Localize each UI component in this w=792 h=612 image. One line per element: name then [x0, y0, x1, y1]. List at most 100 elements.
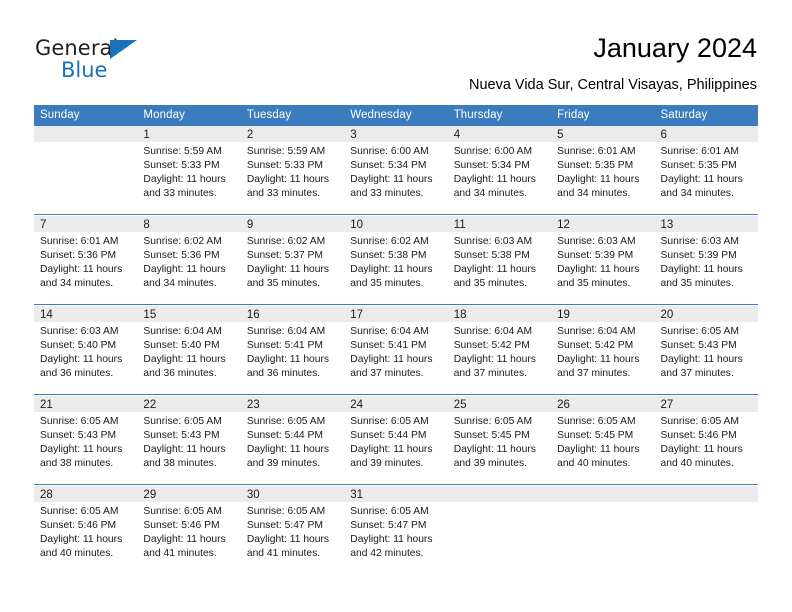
page-title: January 2024: [593, 33, 757, 63]
day-sun-info: Sunrise: 6:05 AM Sunset: 5:44 PM Daylight:…: [344, 412, 447, 471]
sunrise-text: Sunrise: 6:05 AM: [40, 506, 119, 517]
calendar-week-row: 28 Sunrise: 6:05 AM Sunset: 5:46 PM Dayligh…: [34, 486, 758, 574]
calendar-day-cell[interactable]: 19 Sunrise: 6:04 AM Sunset: 5:42 PM Dayligh…: [551, 306, 655, 395]
daylight-text-line2: and 35 minutes.: [350, 278, 424, 289]
calendar-day-cell[interactable]: 28 Sunrise: 6:05 AM Sunset: 5:46 PM Dayligh…: [34, 486, 138, 574]
sunset-text: Sunset: 5:46 PM: [40, 520, 117, 531]
sunset-text: Sunset: 5:39 PM: [660, 250, 737, 261]
day-cell-body: 31 Sunrise: 6:05 AM Sunset: 5:47 PM Dayligh…: [344, 486, 448, 574]
daylight-text-line2: and 34 minutes.: [40, 278, 114, 289]
day-sun-info: Sunrise: 6:01 AM Sunset: 5:35 PM Daylight:…: [551, 142, 654, 201]
calendar-day-cell[interactable]: 29 Sunrise: 6:05 AM Sunset: 5:46 PM Dayligh…: [137, 486, 241, 574]
sunset-text: Sunset: 5:46 PM: [143, 520, 220, 531]
calendar-day-cell[interactable]: [34, 126, 138, 215]
day-cell-body: 20 Sunrise: 6:05 AM Sunset: 5:43 PM Dayligh…: [654, 306, 758, 394]
day-sun-info: Sunrise: 6:05 AM Sunset: 5:43 PM Daylight:…: [137, 412, 240, 471]
calendar-day-cell[interactable]: 24 Sunrise: 6:05 AM Sunset: 5:44 PM Dayligh…: [344, 396, 448, 485]
daylight-text-line2: and 36 minutes.: [40, 368, 114, 379]
day-sun-info: Sunrise: 6:03 AM Sunset: 5:38 PM Daylight:…: [448, 232, 551, 291]
daylight-text-line1: Daylight: 11 hours: [660, 354, 743, 365]
calendar-day-cell[interactable]: 13 Sunrise: 6:03 AM Sunset: 5:39 PM Dayligh…: [654, 216, 758, 305]
day-cell-body: 27 Sunrise: 6:05 AM Sunset: 5:46 PM Dayligh…: [654, 396, 758, 484]
day-number: 14: [34, 306, 138, 322]
calendar-day-cell[interactable]: 16 Sunrise: 6:04 AM Sunset: 5:41 PM Dayligh…: [240, 306, 345, 395]
sunset-text: Sunset: 5:46 PM: [660, 430, 737, 441]
weekday-header-sunday: Sunday: [34, 105, 138, 126]
calendar-day-cell[interactable]: 17 Sunrise: 6:04 AM Sunset: 5:41 PM Dayligh…: [344, 306, 448, 395]
day-cell-body: [34, 126, 138, 214]
calendar-day-cell[interactable]: 4 Sunrise: 6:00 AM Sunset: 5:34 PM Daylight…: [447, 126, 552, 215]
daylight-text-line1: Daylight: 11 hours: [246, 444, 330, 455]
sunrise-text: Sunrise: 6:04 AM: [557, 326, 636, 337]
calendar-day-cell[interactable]: 5 Sunrise: 6:01 AM Sunset: 5:35 PM Daylight…: [551, 126, 655, 215]
calendar-day-cell[interactable]: 9 Sunrise: 6:02 AM Sunset: 5:37 PM Daylight…: [240, 216, 345, 305]
daylight-text-line1: Daylight: 11 hours: [453, 264, 536, 275]
calendar-day-cell[interactable]: 7 Sunrise: 6:01 AM Sunset: 5:36 PM Daylight…: [34, 216, 138, 305]
calendar-day-cell[interactable]: 20 Sunrise: 6:05 AM Sunset: 5:43 PM Dayligh…: [654, 306, 758, 395]
daylight-text-line2: and 37 minutes.: [350, 368, 424, 379]
calendar-day-cell[interactable]: [654, 486, 758, 574]
sunset-text: Sunset: 5:42 PM: [453, 340, 530, 351]
sunset-text: Sunset: 5:40 PM: [143, 340, 220, 351]
day-number: 2: [240, 126, 345, 142]
calendar-day-cell[interactable]: 2 Sunrise: 5:59 AM Sunset: 5:33 PM Daylight…: [240, 126, 345, 215]
page-subtitle: Nueva Vida Sur, Central Visayas, Philipp…: [468, 77, 757, 93]
calendar-day-cell[interactable]: 30 Sunrise: 6:05 AM Sunset: 5:47 PM Dayligh…: [240, 486, 345, 574]
calendar-day-cell[interactable]: 14 Sunrise: 6:03 AM Sunset: 5:40 PM Dayligh…: [34, 306, 138, 395]
calendar-day-cell[interactable]: 27 Sunrise: 6:05 AM Sunset: 5:46 PM Dayligh…: [654, 396, 758, 485]
calendar-day-cell[interactable]: 18 Sunrise: 6:04 AM Sunset: 5:42 PM Dayligh…: [447, 306, 552, 395]
calendar-day-cell[interactable]: 21 Sunrise: 6:05 AM Sunset: 5:43 PM Dayligh…: [34, 396, 138, 485]
calendar-day-cell[interactable]: 10 Sunrise: 6:02 AM Sunset: 5:38 PM Dayligh…: [344, 216, 448, 305]
day-cell-body: 3 Sunrise: 6:00 AM Sunset: 5:34 PM Daylight…: [344, 126, 448, 214]
day-sun-info: Sunrise: 6:03 AM Sunset: 5:40 PM Daylight:…: [34, 322, 137, 381]
day-sun-info: Sunrise: 6:04 AM Sunset: 5:41 PM Daylight:…: [344, 322, 447, 381]
sunrise-text: Sunrise: 6:05 AM: [453, 416, 533, 427]
sunrise-text: Sunrise: 6:02 AM: [350, 236, 429, 247]
calendar-day-cell[interactable]: 26 Sunrise: 6:05 AM Sunset: 5:45 PM Dayligh…: [551, 396, 655, 485]
calendar-day-cell[interactable]: 6 Sunrise: 6:01 AM Sunset: 5:35 PM Daylight…: [654, 126, 758, 215]
day-number: 15: [137, 306, 241, 322]
daylight-text-line2: and 39 minutes.: [246, 458, 321, 469]
calendar-day-cell[interactable]: 8 Sunrise: 6:02 AM Sunset: 5:36 PM Daylight…: [137, 216, 241, 305]
calendar-day-cell[interactable]: 1 Sunrise: 5:59 AM Sunset: 5:33 PM Daylight…: [137, 126, 241, 215]
day-sun-info: Sunrise: 6:02 AM Sunset: 5:37 PM Daylight:…: [241, 232, 344, 291]
daylight-text-line1: Daylight: 11 hours: [143, 444, 226, 455]
sunrise-text: Sunrise: 6:01 AM: [660, 146, 739, 157]
day-number: 13: [654, 216, 758, 232]
day-cell-body: 11 Sunrise: 6:03 AM Sunset: 5:38 PM Dayligh…: [447, 216, 552, 304]
sunrise-text: Sunrise: 6:05 AM: [143, 416, 222, 427]
calendar-day-cell[interactable]: [551, 486, 655, 574]
calendar-day-cell[interactable]: 25 Sunrise: 6:05 AM Sunset: 5:45 PM Dayligh…: [447, 396, 552, 485]
calendar-day-cell[interactable]: 15 Sunrise: 6:04 AM Sunset: 5:40 PM Dayligh…: [137, 306, 241, 395]
daylight-text-line1: Daylight: 11 hours: [40, 354, 123, 365]
daylight-text-line1: Daylight: 11 hours: [557, 444, 640, 455]
calendar-day-cell[interactable]: 3 Sunrise: 6:00 AM Sunset: 5:34 PM Daylight…: [344, 126, 448, 215]
daylight-text-line1: Daylight: 11 hours: [660, 174, 743, 185]
daylight-text-line2: and 35 minutes.: [246, 278, 321, 289]
calendar-day-cell[interactable]: [447, 486, 552, 574]
daylight-text-line1: Daylight: 11 hours: [143, 174, 226, 185]
day-number: 19: [551, 306, 655, 322]
day-number: 6: [654, 126, 758, 142]
calendar-day-cell[interactable]: 23 Sunrise: 6:05 AM Sunset: 5:44 PM Dayligh…: [240, 396, 345, 485]
day-sun-info: Sunrise: 6:04 AM Sunset: 5:40 PM Daylight:…: [137, 322, 240, 381]
daylight-text-line2: and 33 minutes.: [350, 188, 424, 199]
day-number: 29: [137, 486, 241, 502]
calendar-day-cell[interactable]: 12 Sunrise: 6:03 AM Sunset: 5:39 PM Dayligh…: [551, 216, 655, 305]
sunset-text: Sunset: 5:34 PM: [453, 160, 530, 171]
day-sun-info: Sunrise: 6:05 AM Sunset: 5:43 PM Daylight:…: [655, 322, 758, 381]
weekday-header-tuesday: Tuesday: [240, 105, 345, 126]
day-number: 16: [240, 306, 345, 322]
day-number: 26: [551, 396, 655, 412]
daylight-text-line1: Daylight: 11 hours: [143, 534, 226, 545]
day-sun-info: Sunrise: 6:04 AM Sunset: 5:42 PM Daylight:…: [551, 322, 654, 381]
calendar-day-cell[interactable]: 22 Sunrise: 6:05 AM Sunset: 5:43 PM Dayligh…: [137, 396, 241, 485]
day-cell-body: 6 Sunrise: 6:01 AM Sunset: 5:35 PM Daylight…: [654, 126, 758, 214]
general-blue-logo[interactable]: General Blue: [35, 36, 235, 88]
calendar-day-cell[interactable]: 11 Sunrise: 6:03 AM Sunset: 5:38 PM Dayligh…: [447, 216, 552, 305]
daylight-text-line1: Daylight: 11 hours: [660, 444, 743, 455]
daylight-text-line1: Daylight: 11 hours: [246, 354, 330, 365]
sunset-text: Sunset: 5:36 PM: [40, 250, 117, 261]
calendar-day-cell[interactable]: 31 Sunrise: 6:05 AM Sunset: 5:47 PM Dayligh…: [344, 486, 448, 574]
page-header: General Blue January 2024 Nueva Vida Sur…: [0, 0, 792, 104]
